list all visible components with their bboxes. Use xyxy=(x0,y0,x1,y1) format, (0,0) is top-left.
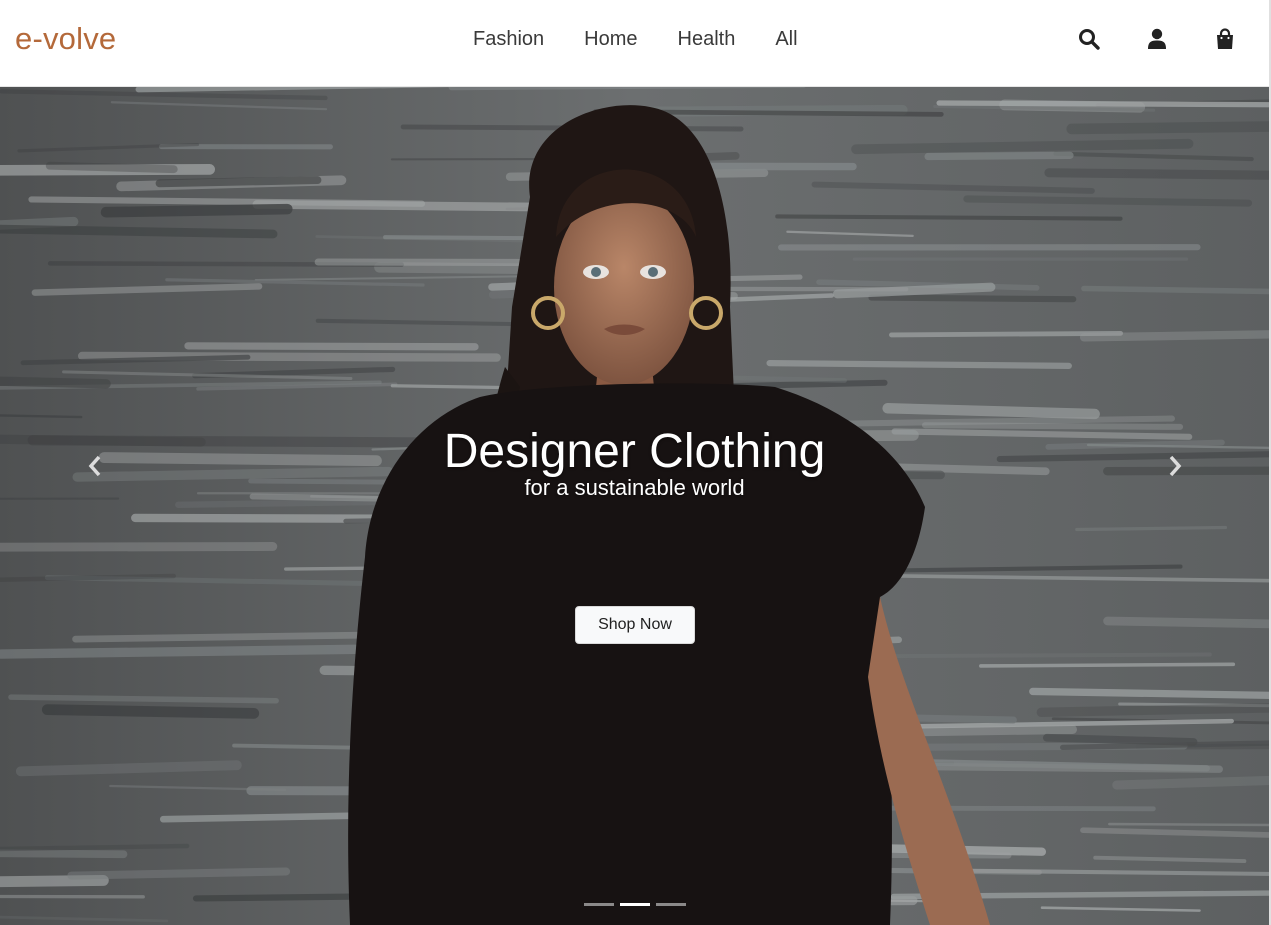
top-navbar: e-volve Fashion Home Health All xyxy=(0,0,1271,87)
chevron-left-icon xyxy=(88,455,101,477)
carousel-indicator-2[interactable] xyxy=(620,903,650,906)
search-icon[interactable] xyxy=(1077,24,1101,54)
carousel-indicator-1[interactable] xyxy=(584,903,614,906)
brand-logo[interactable]: e-volve xyxy=(15,20,116,58)
user-icon[interactable] xyxy=(1145,24,1169,54)
nav-link-fashion[interactable]: Fashion xyxy=(473,26,544,52)
hero-title: Designer Clothing xyxy=(443,425,826,478)
carousel-next-arrow[interactable] xyxy=(1160,451,1190,481)
nav-link-home[interactable]: Home xyxy=(584,26,637,52)
main-nav: Fashion Home Health All xyxy=(473,26,798,52)
nav-link-health[interactable]: Health xyxy=(678,26,736,52)
hero-carousel: Designer Clothing for a sustainable worl… xyxy=(0,87,1269,925)
hero-image xyxy=(0,87,1269,925)
carousel-indicator-3[interactable] xyxy=(656,903,686,906)
chevron-right-icon xyxy=(1169,455,1182,477)
hero-subtitle: for a sustainable world xyxy=(524,475,745,500)
shopping-bag-icon[interactable] xyxy=(1213,24,1237,54)
header-actions xyxy=(1077,24,1237,54)
nav-link-all[interactable]: All xyxy=(775,26,797,52)
shop-now-button[interactable]: Shop Now xyxy=(575,606,695,644)
carousel-prev-arrow[interactable] xyxy=(80,451,110,481)
carousel-indicators xyxy=(584,903,686,906)
